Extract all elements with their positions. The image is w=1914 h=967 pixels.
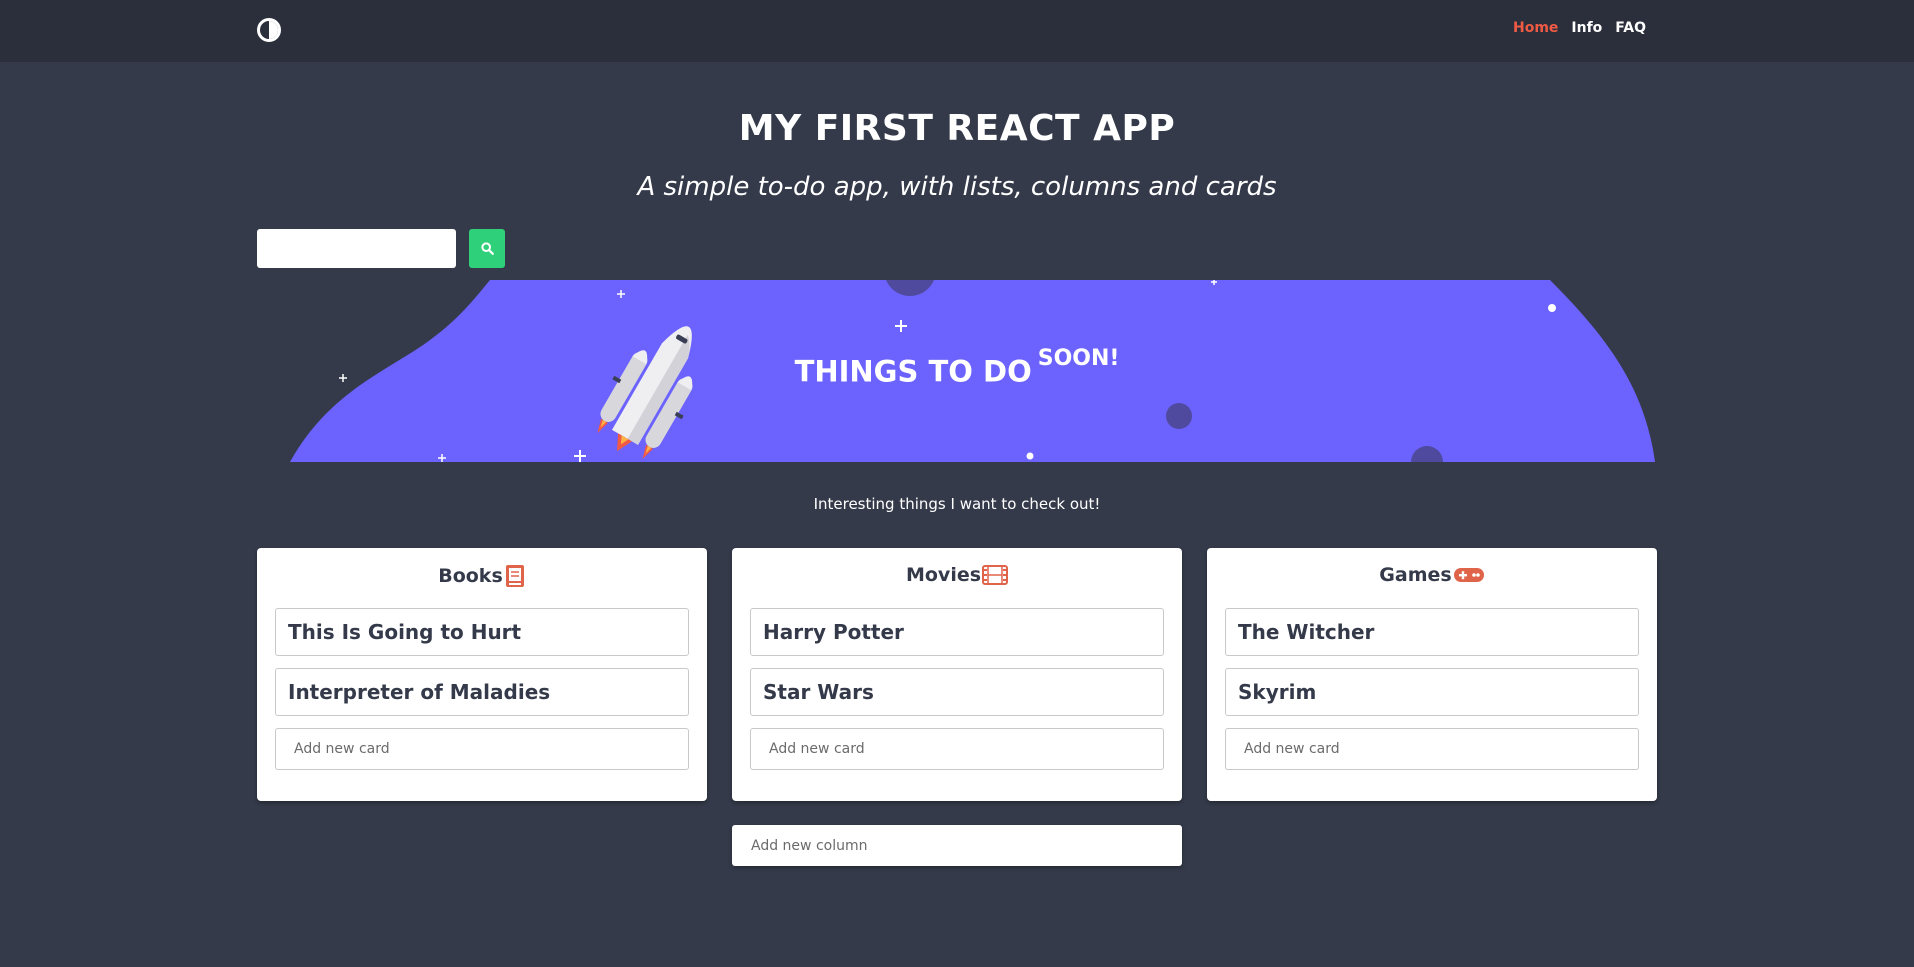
add-column-input[interactable] <box>732 825 1182 866</box>
nav-link-info[interactable]: Info <box>1571 20 1602 36</box>
banner-title-sup: SOON! <box>1037 346 1120 371</box>
card-item[interactable]: The Witcher <box>1225 608 1639 656</box>
column-header: Games <box>1207 564 1657 586</box>
contrast-toggle-icon[interactable] <box>257 18 281 42</box>
card-item[interactable]: Harry Potter <box>750 608 1164 656</box>
gamepad-icon <box>1453 568 1484 582</box>
card-item[interactable]: This Is Going to Hurt <box>275 608 689 656</box>
add-card-input[interactable] <box>1225 728 1639 770</box>
tagline: Interesting things I want to check out! <box>813 495 1101 513</box>
navbar: Home Info FAQ <box>0 0 1914 62</box>
add-card-input[interactable] <box>750 728 1164 770</box>
column-title: Books <box>438 565 503 587</box>
search-icon <box>480 242 494 255</box>
column-header: Movies <box>732 564 1182 586</box>
search-input[interactable] <box>257 229 456 268</box>
column-title: Games <box>1379 564 1452 586</box>
card-item[interactable]: Interpreter of Maladies <box>275 668 689 716</box>
banner-title-text: THINGS TO DO <box>794 354 1032 389</box>
column-books: Books This Is Going to Hurt Interpreter … <box>257 548 707 801</box>
card-item[interactable]: Star Wars <box>750 668 1164 716</box>
nav-links: Home Info FAQ <box>1513 20 1646 36</box>
book-icon <box>505 565 524 587</box>
add-card-input[interactable] <box>275 728 689 770</box>
page-title: MY FIRST REACT APP <box>738 108 1176 149</box>
column-title: Movies <box>905 564 982 586</box>
column-games: Games The Witcher Skyrim <box>1207 548 1657 801</box>
film-icon <box>982 565 1009 585</box>
search-button[interactable] <box>469 229 505 268</box>
page-subtitle: A simple to-do app, with lists, columns … <box>637 172 1277 202</box>
column-header: Books <box>257 564 707 588</box>
column-movies: Movies Harry Potter Star Wars <box>732 548 1182 801</box>
banner-title: THINGS TO DO SOON! <box>0 346 1914 389</box>
nav-link-faq[interactable]: FAQ <box>1615 20 1646 36</box>
nav-link-home[interactable]: Home <box>1513 20 1558 36</box>
card-item[interactable]: Skyrim <box>1225 668 1639 716</box>
